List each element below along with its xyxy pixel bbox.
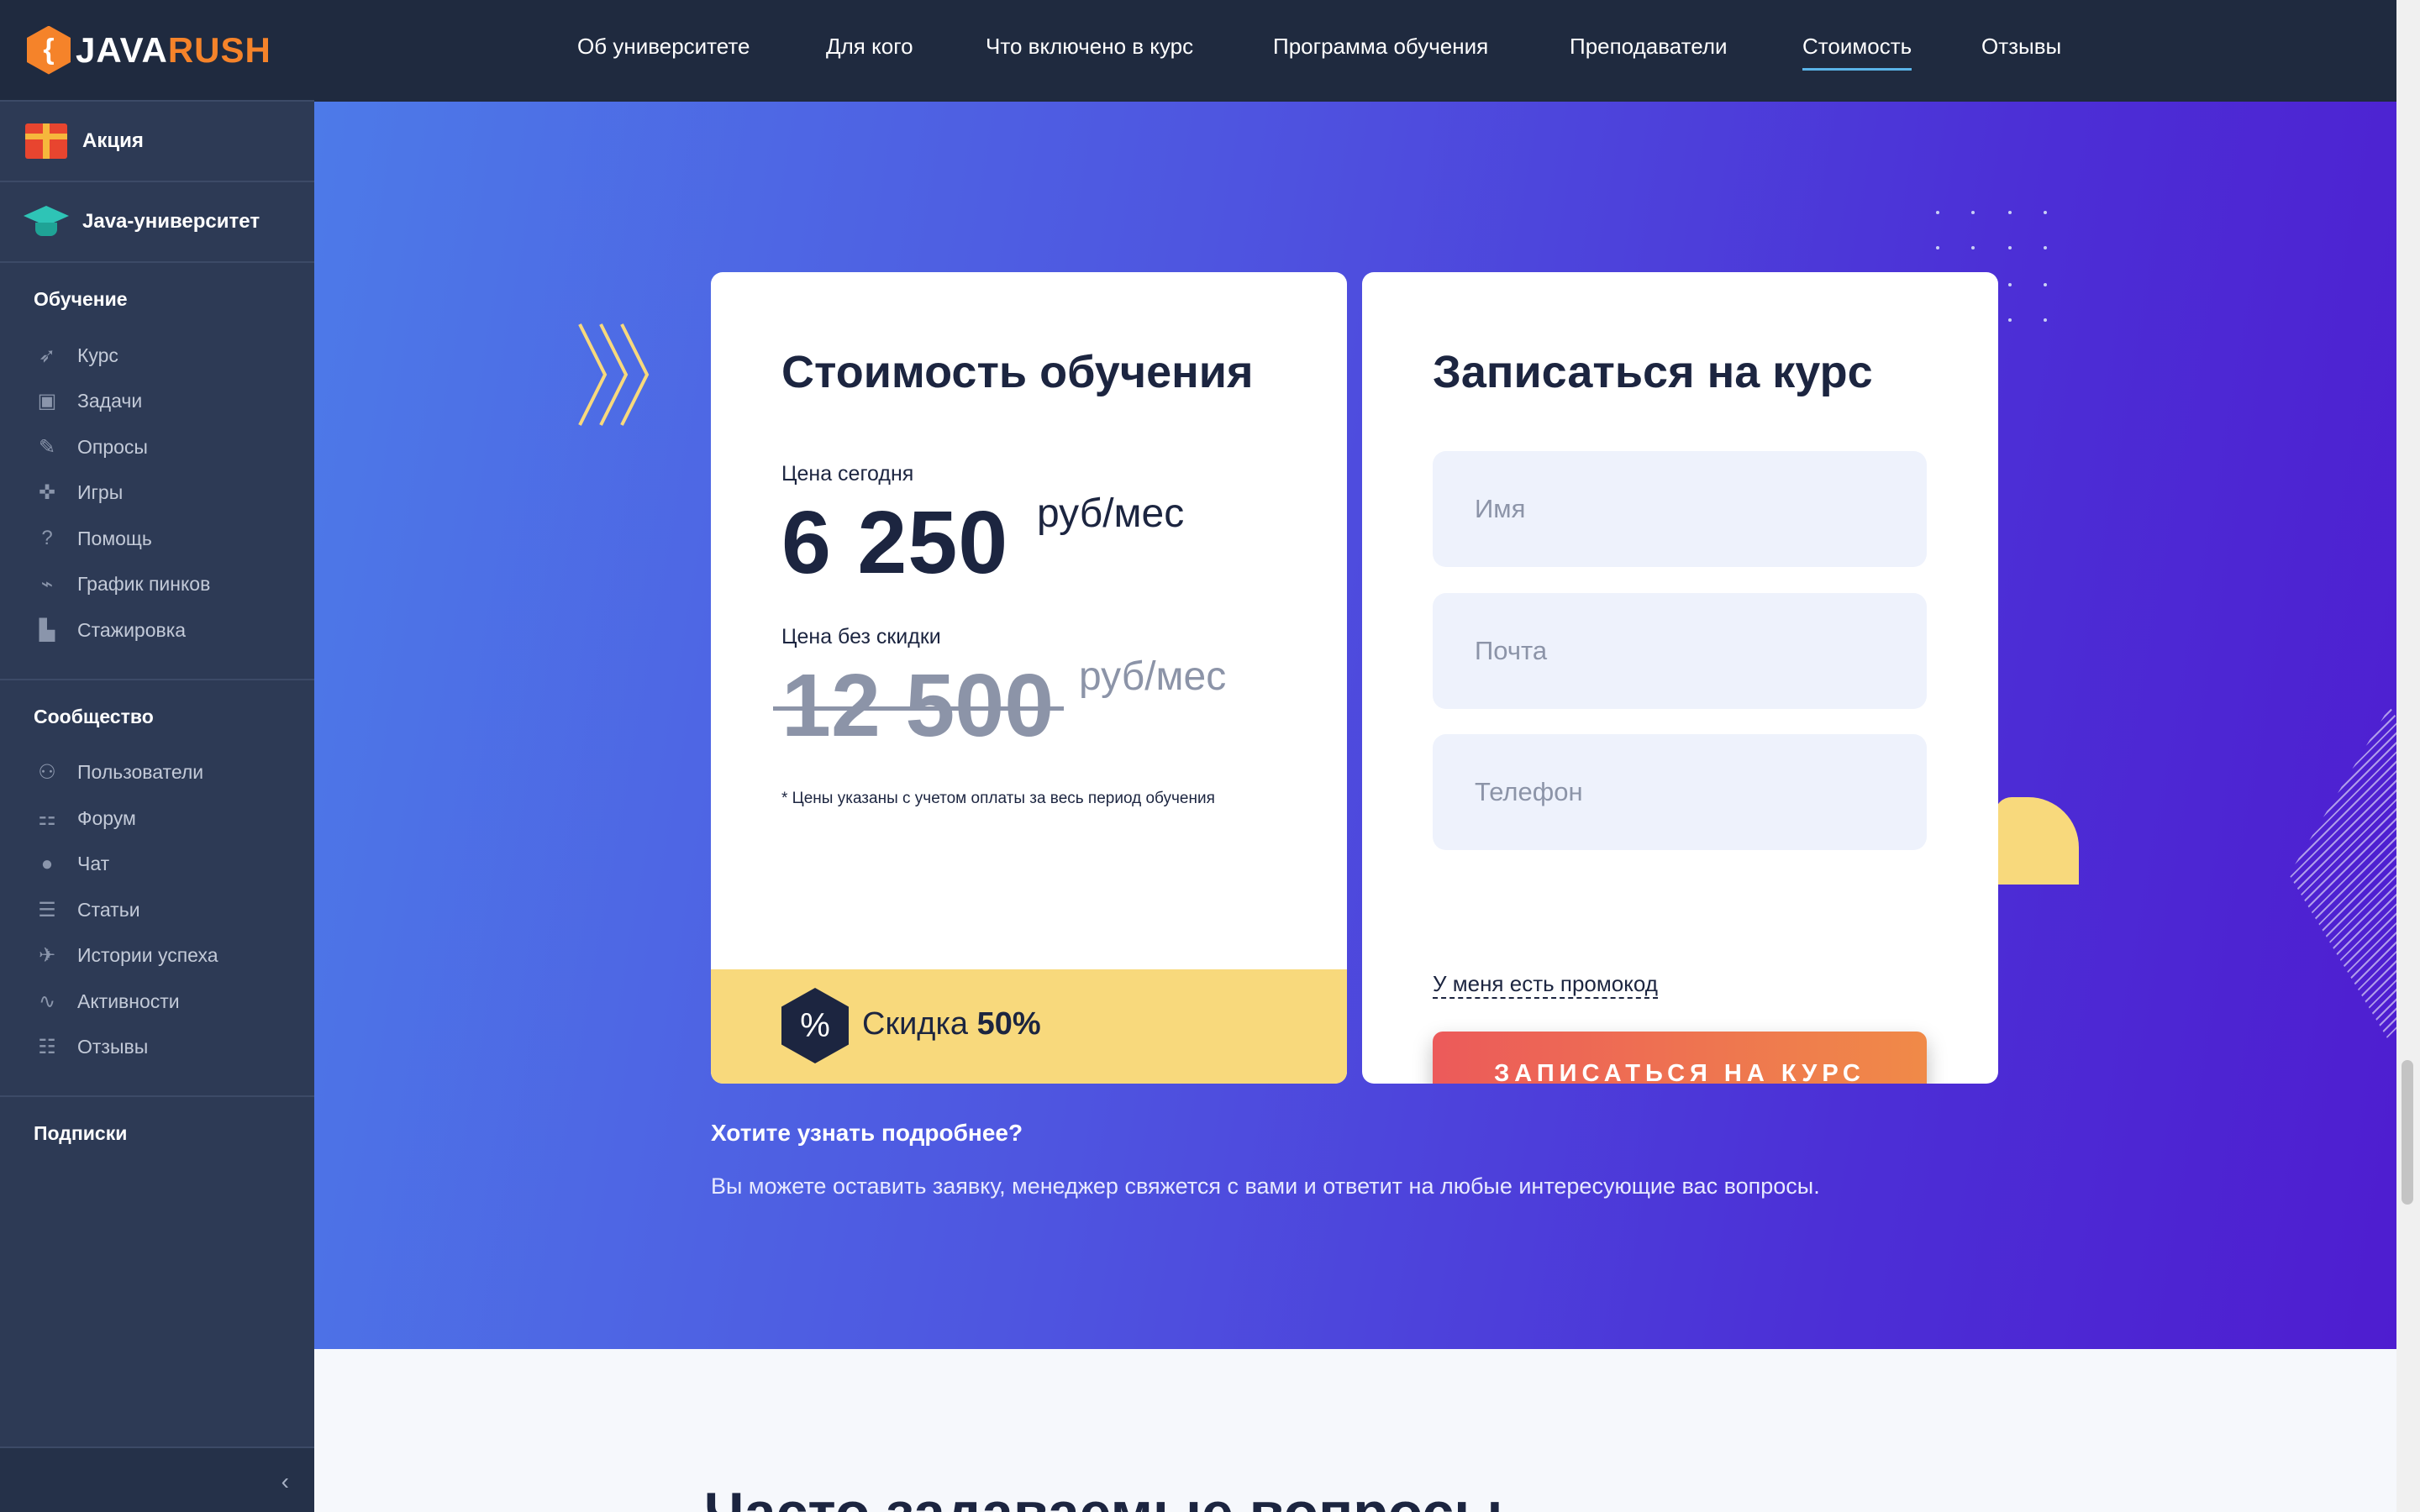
- today-price-label: Цена сегодня: [781, 462, 914, 486]
- logo[interactable]: { JAVARUSH: [0, 0, 314, 102]
- today-price-unit: руб/мес: [1037, 491, 1185, 536]
- nav-link-4[interactable]: Программа обучения: [1273, 34, 1488, 60]
- promo-code-link[interactable]: У меня есть промокод: [1433, 971, 1658, 999]
- sidebar-item-gamepad[interactable]: ✜ Игры: [0, 470, 314, 517]
- forum-icon: ⚏: [38, 806, 56, 830]
- nav-link-7[interactable]: Отзывы: [1981, 34, 2061, 60]
- logo-text: JAVARUSH: [76, 29, 271, 70]
- sidebar-item-label: Опросы: [77, 435, 148, 458]
- signup-title: Записаться на курс: [1433, 347, 1873, 397]
- pricing-card: Стоимость обучения Цена сегодня 6 250 ру…: [711, 272, 1347, 1084]
- sidebar-item-chat[interactable]: ● Чат: [0, 842, 314, 888]
- faq-title: Часто задаваемые вопросы: [704, 1480, 1502, 1512]
- today-price: 6 250: [781, 493, 1009, 592]
- sidebar-item-label: Курс: [77, 344, 118, 366]
- sidebar-item-label: Пользователи: [77, 761, 204, 784]
- sidebar-item-reviews[interactable]: ☷ Отзывы: [0, 1025, 314, 1071]
- gamepad-icon: ✜: [38, 481, 56, 505]
- survey-icon: ✎: [38, 435, 56, 459]
- rocket-icon: ➶: [38, 344, 56, 367]
- page-scrollbar[interactable]: [2396, 0, 2420, 1512]
- sidebar-item-label: Игры: [77, 481, 124, 504]
- internship-icon: ▙: [39, 618, 55, 642]
- sidebar-item-label: Акция: [82, 129, 144, 152]
- sidebar-item-label: Java-университет: [82, 210, 260, 233]
- top-nav: Об университете Для кого Что включено в ку…: [314, 0, 2396, 102]
- scrollbar-thumb[interactable]: [2402, 1060, 2413, 1205]
- sidebar-item-label: Чат: [77, 853, 110, 875]
- gift-icon: [24, 118, 69, 164]
- sidebar-item-help[interactable]: ? Помощь: [0, 516, 314, 562]
- signup-submit-button[interactable]: ЗАПИСАТЬСЯ НА КУРС: [1433, 1032, 1927, 1084]
- sidebar-item-label: Стажировка: [77, 618, 187, 641]
- section-title: Сообщество: [34, 705, 154, 727]
- old-price: 12 500: [772, 656, 1065, 755]
- nav-link-6[interactable]: Стоимость: [1802, 34, 1912, 71]
- sidebar-section-learning: Обучение ➶ Курс ▣ Задачи ✎ Опросы ✜ Игры? Помощь…: [0, 263, 314, 680]
- sidebar-item-label: Активности: [77, 990, 180, 1012]
- reviews-icon: ☷: [38, 1036, 56, 1059]
- percent-icon: %: [781, 988, 849, 1063]
- sidebar-item-label: Задачи: [77, 390, 143, 412]
- old-price-label: Цена без скидки: [781, 625, 941, 648]
- logo-icon: {: [27, 25, 71, 75]
- sidebar-item-tasks[interactable]: ▣ Задачи: [0, 379, 314, 425]
- sidebar-item-promo[interactable]: Акция: [0, 102, 314, 182]
- faq-section: Часто задаваемые вопросы: [314, 1349, 2396, 1512]
- pricing-section: Стоимость обучения Цена сегодня 6 250 ру…: [314, 102, 2396, 1349]
- email-field[interactable]: [1433, 593, 1927, 709]
- sidebar-section-community: Сообщество ⚇ Пользователи ⚏ Форум ● Чат ☰ Стать…: [0, 680, 314, 1097]
- sidebar: { JAVARUSH Акция Java-университет Обучен…: [0, 0, 314, 1512]
- section-title: Обучение: [34, 288, 128, 310]
- sidebar-item-articles[interactable]: ☰ Статьи: [0, 887, 314, 933]
- old-price-unit: руб/мес: [1079, 654, 1227, 699]
- sidebar-item-label: График пинков: [77, 573, 211, 596]
- sidebar-item-label: Отзывы: [77, 1036, 149, 1058]
- sidebar-item-users[interactable]: ⚇ Пользователи: [0, 750, 314, 796]
- decorative-diamond: [2289, 706, 2396, 1042]
- help-icon: ?: [41, 527, 53, 550]
- success-stories-icon: ✈: [38, 944, 56, 968]
- info-question: Хотите узнать подробнее?: [711, 1120, 1023, 1146]
- sidebar-item-label: Помощь: [77, 527, 152, 549]
- sidebar-item-label: Истории успеха: [77, 944, 218, 967]
- section-title: Подписки: [34, 1122, 128, 1144]
- activity-icon: ∿: [38, 990, 56, 1013]
- sidebar-item-java-university[interactable]: Java-университет: [0, 182, 314, 263]
- sidebar-item-success-stories[interactable]: ✈ Истории успеха: [0, 933, 314, 979]
- decorative-shape: [1995, 797, 2079, 885]
- sidebar-item-rocket[interactable]: ➶ Курс: [0, 333, 314, 379]
- sidebar-item-survey[interactable]: ✎ Опросы: [0, 424, 314, 470]
- phone-field[interactable]: [1433, 734, 1927, 850]
- tasks-icon: ▣: [37, 390, 57, 413]
- sidebar-section-subscriptions[interactable]: Подписки: [0, 1097, 314, 1170]
- kick-schedule-icon: ⌁: [40, 573, 54, 596]
- chevron-left-icon: ‹: [281, 1468, 289, 1494]
- nav-link-1[interactable]: Об университете: [577, 34, 750, 60]
- decorative-chevrons: [578, 323, 650, 426]
- signup-card: Записаться на курс У меня есть промокод …: [1362, 272, 1998, 1084]
- sidebar-item-label: Статьи: [77, 898, 140, 921]
- nav-link-3[interactable]: Что включено в курс: [986, 34, 1193, 60]
- sidebar-item-activity[interactable]: ∿ Активности: [0, 979, 314, 1025]
- articles-icon: ☰: [38, 898, 56, 921]
- chat-icon: ●: [40, 852, 54, 875]
- graduation-cap-icon: [24, 199, 69, 244]
- sidebar-item-label: Форум: [77, 806, 136, 829]
- sidebar-item-internship[interactable]: ▙ Стажировка: [0, 607, 314, 654]
- info-text: Вы можете оставить заявку, менеджер свяж…: [711, 1173, 1820, 1199]
- sidebar-collapse-button[interactable]: ‹: [0, 1446, 314, 1512]
- sidebar-item-forum[interactable]: ⚏ Форум: [0, 795, 314, 842]
- discount-text: Скидка 50%: [862, 1006, 1041, 1042]
- price-note: * Цены указаны с учетом оплаты за весь п…: [781, 790, 1215, 807]
- discount-banner: % Скидка 50%: [711, 969, 1347, 1084]
- nav-link-2[interactable]: Для кого: [826, 34, 913, 60]
- name-field[interactable]: [1433, 451, 1927, 567]
- sidebar-item-kick-schedule[interactable]: ⌁ График пинков: [0, 562, 314, 608]
- nav-link-5[interactable]: Преподаватели: [1570, 34, 1728, 60]
- discount-value: 50%: [976, 1006, 1041, 1042]
- pricing-title: Стоимость обучения: [781, 347, 1254, 397]
- users-icon: ⚇: [38, 761, 56, 785]
